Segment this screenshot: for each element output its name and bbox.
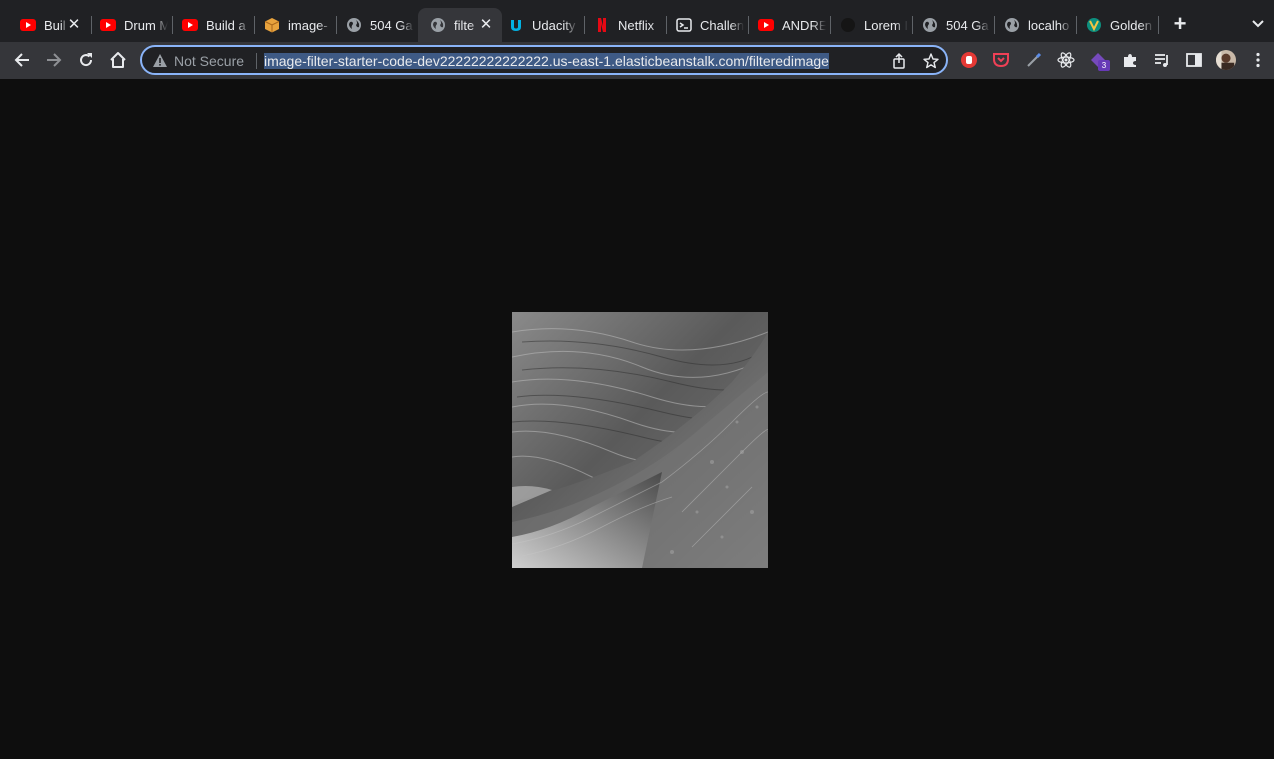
side-panel-icon[interactable] [1184,50,1204,70]
tab-title: Drum M [124,17,168,33]
golden-icon [1086,17,1102,33]
filtered-image [512,312,768,568]
youtube-icon [20,17,36,33]
warning-triangle-icon[interactable] [152,53,168,69]
tab-title: filte [454,17,475,33]
browser-chrome: Buil ✕ Drum M Build a image- 504 Ga filt… [0,0,1274,79]
page-content [0,79,1274,759]
pocket-icon[interactable] [991,50,1011,70]
reload-icon[interactable] [76,50,96,70]
tab-netflix[interactable]: Netflix [582,8,664,42]
forward-arrow-icon[interactable] [44,50,64,70]
tab-youtube-1[interactable]: Buil ✕ [8,8,90,42]
back-arrow-icon[interactable] [12,50,32,70]
dark-circle-icon [840,17,856,33]
tab-504-1[interactable]: 504 Ga [334,8,416,42]
address-bar[interactable]: Not Secure image-filter-starter-code-dev… [140,45,948,75]
tab-youtube-andre[interactable]: ANDRE [746,8,828,42]
profile-avatar[interactable] [1216,50,1236,70]
stop-hand-extension-icon[interactable] [959,50,979,70]
tab-title: Udacity [532,17,576,33]
udacity-icon [508,17,524,33]
tab-title: ANDRE [782,17,826,33]
tab-golden[interactable]: Golden [1074,8,1156,42]
tab-image[interactable]: image- [252,8,334,42]
tab-title: image- [288,17,328,33]
extension-badge: 3 [1098,60,1110,71]
security-label[interactable]: Not Secure [174,53,244,69]
eyedropper-icon[interactable] [1024,50,1044,70]
globe-icon [1004,17,1020,33]
tab-strip: Buil ✕ Drum M Build a image- 504 Ga filt… [0,0,1274,42]
tab-title: Buil [44,17,66,33]
globe-icon [922,17,938,33]
reading-list-icon[interactable] [1152,50,1172,70]
tab-title: Golden [1110,17,1152,33]
tab-title: 504 Ga [370,17,413,33]
more-menu-icon[interactable] [1248,50,1268,70]
tab-title: 504 Ga [946,17,989,33]
extensions-puzzle-icon[interactable] [1120,50,1140,70]
tab-title: Netflix [618,17,655,33]
tab-localhost[interactable]: localho [992,8,1074,42]
tab-lorem[interactable]: Lorem I [828,8,910,42]
tab-youtube-2[interactable]: Drum M [88,8,170,42]
home-icon[interactable] [108,50,128,70]
youtube-icon [758,17,774,33]
new-tab-button[interactable]: + [1170,13,1190,35]
react-devtools-icon[interactable] [1056,50,1076,70]
close-tab-icon[interactable]: ✕ [66,17,82,33]
redux-devtools-icon[interactable]: 3 [1088,50,1110,71]
tab-title: localho [1028,17,1070,33]
tab-title: Build a [206,17,246,33]
tab-udacity[interactable]: Udacity [496,8,578,42]
tab-504-2[interactable]: 504 Ga [910,8,992,42]
tab-title: Challen [700,17,744,33]
terminal-icon [676,17,692,33]
globe-icon [430,17,446,33]
tab-filteredimage-active[interactable]: filte ✕ [418,8,502,42]
youtube-icon [182,17,198,33]
tab-challenge[interactable]: Challen [664,8,746,42]
tab-separator [1158,16,1159,34]
tab-youtube-3[interactable]: Build a [170,8,252,42]
url-text[interactable]: image-filter-starter-code-dev22222222222… [264,52,882,71]
youtube-icon [100,17,116,33]
url-selected-text: image-filter-starter-code-dev22222222222… [264,53,829,69]
share-icon[interactable] [890,52,908,70]
tab-search-chevron-icon[interactable] [1249,15,1267,33]
address-divider [256,53,257,69]
tab-title: Lorem I [864,17,908,33]
netflix-icon [594,17,610,33]
toolbar: Not Secure image-filter-starter-code-dev… [0,42,1274,79]
bookmark-star-icon[interactable] [922,52,940,70]
package-icon [264,17,280,33]
close-tab-icon[interactable]: ✕ [478,17,494,33]
globe-icon [346,17,362,33]
